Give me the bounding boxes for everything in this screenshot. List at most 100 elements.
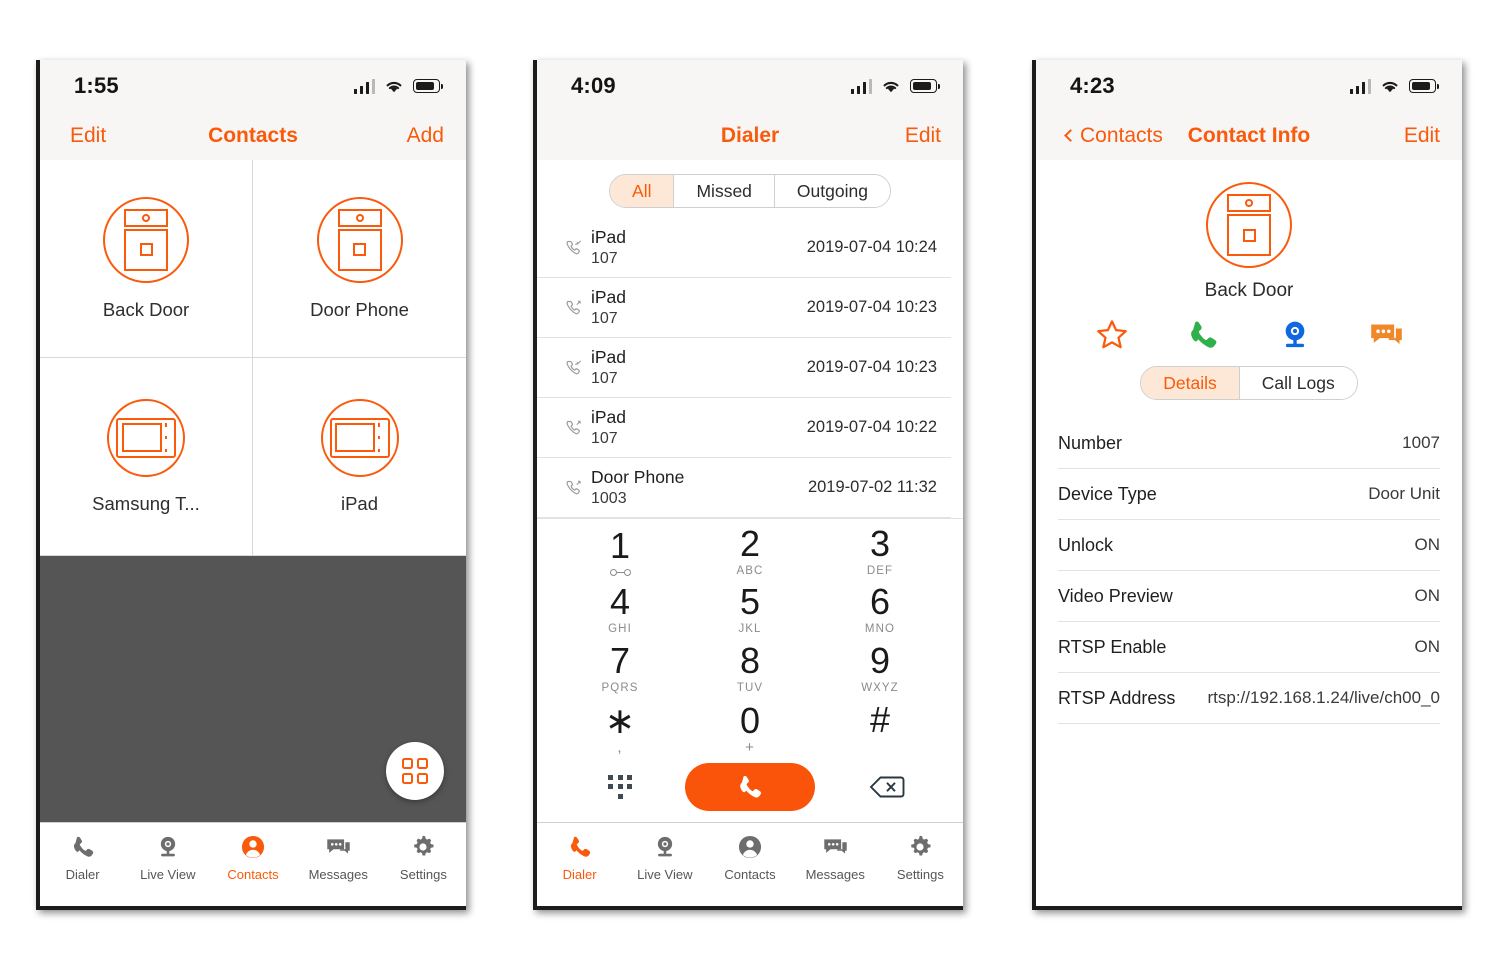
person-circle-icon <box>241 835 265 859</box>
back-to-contacts-button[interactable]: Contacts <box>1064 124 1163 148</box>
gear-icon <box>911 835 931 856</box>
screenshot-stage: 1:55 Edit Contacts Add Back Door Door Ph… <box>0 0 1500 975</box>
signal-bars-icon <box>850 78 872 94</box>
keypad-toggle-button[interactable] <box>555 757 685 816</box>
detail-key: RTSP Enable <box>1058 636 1167 657</box>
call-log-number: 107 <box>591 430 618 447</box>
contact-name: Back Door <box>1204 280 1294 301</box>
call-log-row[interactable]: iPad 107 2019-07-04 10:24 <box>537 218 951 278</box>
key-digit: # <box>869 698 891 740</box>
contact-cell-samsung-tablet[interactable]: Samsung T... <box>40 358 253 556</box>
key-5[interactable]: 5 JKL <box>685 582 815 641</box>
tab-messages[interactable]: Messages <box>793 834 878 882</box>
key-digit: ∗ <box>604 700 636 742</box>
filter-outgoing[interactable]: Outgoing <box>774 175 890 207</box>
favorite-button[interactable] <box>1066 318 1158 352</box>
delete-button[interactable] <box>815 757 945 816</box>
key-letters: MNO <box>864 623 896 636</box>
call-log-row[interactable]: iPad 107 2019-07-04 10:23 <box>537 278 951 338</box>
call-action-button[interactable] <box>1158 318 1250 352</box>
key-digit: 0 <box>739 700 761 742</box>
status-bar: 1:55 <box>40 60 466 112</box>
tab-call-logs[interactable]: Call Logs <box>1239 367 1357 399</box>
tab-settings[interactable]: Settings <box>878 834 963 882</box>
tab-contacts[interactable]: Contacts <box>707 834 792 882</box>
phone-screen-contacts: 1:55 Edit Contacts Add Back Door Door Ph… <box>36 60 466 910</box>
nav-bar: Edit Contacts Add <box>40 112 466 160</box>
key-3[interactable]: 3 DEF <box>815 523 945 582</box>
call-log-row[interactable]: Door Phone 1003 2019-07-02 11:32 <box>537 458 951 518</box>
key-hash[interactable]: # <box>815 699 945 758</box>
contact-cell-door-phone[interactable]: Door Phone <box>253 160 466 358</box>
door-unit-icon <box>1206 182 1292 268</box>
message-action-button[interactable] <box>1341 318 1433 352</box>
live-view-action-button[interactable] <box>1249 318 1341 352</box>
key-letters: JKL <box>738 623 762 636</box>
detail-key: RTSP Address <box>1058 687 1176 708</box>
edit-button[interactable]: Edit <box>905 124 941 148</box>
tab-label: Dialer <box>65 867 100 882</box>
key-letters: PQRS <box>601 681 639 694</box>
key-star[interactable]: ∗ , <box>555 699 685 758</box>
key-letters: , <box>617 739 623 757</box>
key-0[interactable]: 0 + <box>685 699 815 758</box>
call-outgoing-icon <box>557 298 591 318</box>
key-1[interactable]: 1 <box>555 523 685 582</box>
tab-messages[interactable]: Messages <box>296 834 381 882</box>
contact-cell-ipad[interactable]: iPad <box>253 358 466 556</box>
detail-row-rtsp-address: RTSP Address rtsp://192.168.1.24/live/ch… <box>1058 673 1440 724</box>
status-time: 1:55 <box>74 73 119 98</box>
door-unit-icon <box>103 196 189 283</box>
chat-bubble-icon <box>823 839 847 854</box>
dial-keypad: 1 2 ABC 3 DEF 4 GHI 5 JKL 6 MNO 7 PQRS 8… <box>537 518 963 822</box>
contact-action-row <box>1036 302 1462 352</box>
key-8[interactable]: 8 TUV <box>685 640 815 699</box>
filter-missed[interactable]: Missed <box>674 175 775 207</box>
call-incoming-icon <box>557 358 591 378</box>
phone-handset-icon <box>73 836 93 857</box>
key-digit: 5 <box>739 581 761 623</box>
call-incoming-icon <box>557 238 591 258</box>
call-outgoing-icon <box>557 418 591 438</box>
tab-details[interactable]: Details <box>1141 367 1240 399</box>
call-log-row[interactable]: iPad 107 2019-07-04 10:23 <box>537 338 951 398</box>
key-2[interactable]: 2 ABC <box>685 523 815 582</box>
filter-all[interactable]: All <box>610 175 675 207</box>
tab-contacts[interactable]: Contacts <box>210 834 295 882</box>
tab-label: Messages <box>308 867 368 882</box>
nav-bar: Contacts Contact Info Edit <box>1036 112 1462 160</box>
edit-button[interactable]: Edit <box>1404 124 1440 148</box>
contact-cell-back-door[interactable]: Back Door <box>40 160 253 358</box>
person-circle-icon <box>738 835 762 859</box>
add-button[interactable]: Add <box>407 124 444 148</box>
call-log-list: iPad 107 2019-07-04 10:24 iPad 107 2019-… <box>537 218 963 518</box>
detail-key: Device Type <box>1058 483 1157 504</box>
call-log-time: 2019-07-02 11:32 <box>807 478 937 496</box>
key-letters: ABC <box>736 564 764 577</box>
key-9[interactable]: 9 WXYZ <box>815 640 945 699</box>
webcam-icon <box>160 836 175 857</box>
call-log-name: iPad <box>591 407 627 427</box>
contact-label: Back Door <box>102 298 190 320</box>
tab-label: Contacts <box>227 867 279 882</box>
phone-handset-icon <box>1191 321 1217 348</box>
phone-handset-icon <box>570 836 590 857</box>
edit-button[interactable]: Edit <box>70 124 106 148</box>
call-log-row[interactable]: iPad 107 2019-07-04 10:22 <box>537 398 951 458</box>
wifi-icon <box>1382 81 1398 92</box>
tab-live-view[interactable]: Live View <box>622 834 707 882</box>
key-4[interactable]: 4 GHI <box>555 582 685 641</box>
detail-row-video-preview: Video Preview ON <box>1058 571 1440 622</box>
key-7[interactable]: 7 PQRS <box>555 640 685 699</box>
key-6[interactable]: 6 MNO <box>815 582 945 641</box>
tab-live-view[interactable]: Live View <box>125 834 210 882</box>
tab-dialer[interactable]: Dialer <box>537 834 622 882</box>
key-letters: DEF <box>866 564 894 577</box>
call-button[interactable] <box>685 762 815 811</box>
status-bar: 4:23 <box>1036 60 1462 112</box>
signal-bars-icon <box>353 78 375 94</box>
tab-settings[interactable]: Settings <box>381 834 466 882</box>
detail-key: Unlock <box>1058 534 1114 555</box>
tab-dialer[interactable]: Dialer <box>40 834 125 882</box>
grid-four-icon[interactable] <box>386 742 444 800</box>
